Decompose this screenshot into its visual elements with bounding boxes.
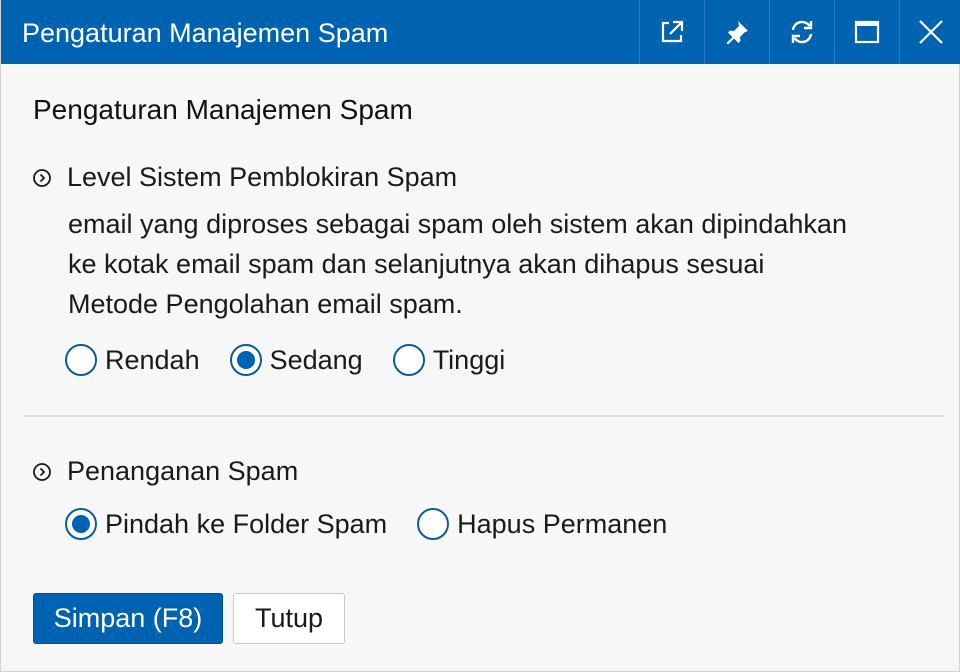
maximize-button[interactable] — [834, 0, 899, 64]
window-title: Pengaturan Manajemen Spam — [22, 18, 389, 48]
refresh-button[interactable] — [769, 0, 834, 64]
maximize-icon — [854, 20, 880, 44]
description-line: email yang diproses sebagai spam oleh si… — [68, 209, 847, 239]
close-button[interactable] — [899, 0, 960, 64]
radio-circle-checked[interactable] — [229, 344, 262, 376]
radio-circle[interactable] — [65, 344, 97, 376]
radio-tinggi[interactable]: Tinggi — [392, 344, 506, 376]
spam-handling-radio-group: Pindah ke Folder Spam Hapus Permanen — [65, 508, 667, 540]
radio-label: Rendah — [105, 344, 200, 375]
window-controls — [639, 0, 960, 64]
spam-level-title-text: Level Sistem Pemblokiran Spam — [67, 162, 458, 192]
pin-icon — [726, 21, 748, 45]
radio-circle[interactable] — [392, 344, 425, 376]
radio-label: Hapus Permanen — [457, 508, 668, 539]
refresh-icon — [791, 20, 813, 44]
radio-label: Tinggi — [432, 344, 506, 375]
radio-circle[interactable] — [417, 508, 450, 540]
spam-settings-window: Pengaturan Manajemen Spam Pengaturan Man… — [0, 0, 960, 672]
section-divider — [25, 415, 945, 417]
description-line: Metode Pengolahan email spam. — [68, 289, 463, 319]
spam-level-description: email yang diproses sebagai spam oleh si… — [68, 204, 888, 324]
spam-handling-title-text: Penanganan Spam — [67, 456, 299, 486]
spam-level-radio-group: Rendah Sedang Tinggi — [65, 344, 505, 376]
close-dialog-button[interactable]: Tutup — [233, 593, 345, 644]
settings-panel: Pengaturan Manajemen Spam Level Sistem P… — [1, 64, 960, 672]
page-title: Pengaturan Manajemen Spam — [33, 94, 413, 125]
open-external-button[interactable] — [639, 0, 704, 64]
radio-rendah[interactable]: Rendah — [65, 344, 200, 376]
circle-chevron-right-icon — [33, 168, 51, 187]
radio-label: Pindah ke Folder Spam — [105, 508, 388, 539]
description-line: ke kotak email spam dan selanjutnya akan… — [68, 249, 765, 279]
radio-label: Sedang — [269, 344, 363, 375]
radio-move-to-spam-folder[interactable]: Pindah ke Folder Spam — [65, 508, 387, 540]
external-link-icon — [661, 20, 684, 43]
title-bar: Pengaturan Manajemen Spam — [1, 0, 960, 64]
save-button[interactable]: Simpan (F8) — [33, 593, 223, 644]
pin-button[interactable] — [704, 0, 769, 64]
spam-level-section-title: Level Sistem Pemblokiran Spam — [32, 162, 457, 193]
circle-chevron-right-icon — [33, 462, 51, 481]
close-icon — [918, 20, 943, 44]
radio-sedang[interactable]: Sedang — [229, 344, 363, 376]
radio-circle-checked[interactable] — [65, 508, 97, 540]
spam-handling-section-title: Penanganan Spam — [32, 456, 298, 487]
radio-delete-permanently[interactable]: Hapus Permanen — [417, 508, 667, 540]
